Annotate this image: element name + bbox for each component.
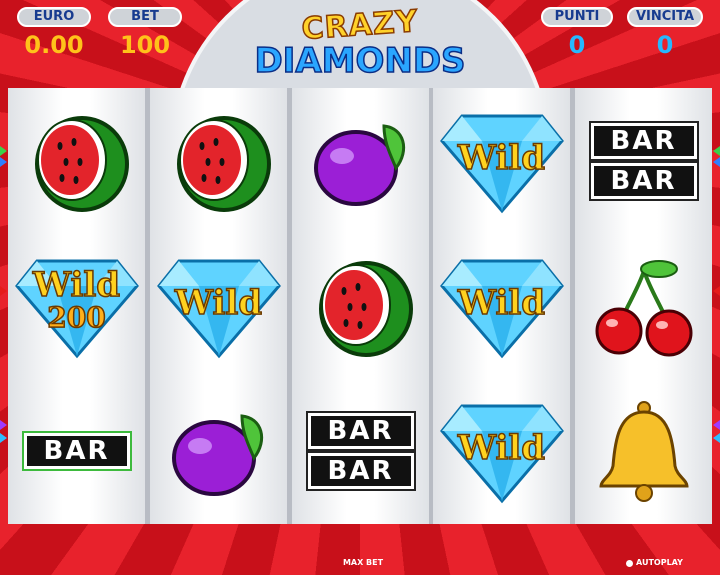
payline-marker-right-3 (713, 286, 720, 296)
plum-symbol (150, 378, 287, 523)
reel-3: BAR BAR (292, 88, 429, 524)
autoplay-button[interactable]: AUTOPLAY (626, 554, 716, 572)
autoplay-icon (626, 559, 633, 567)
bar-label: BAR (305, 450, 416, 491)
punti-label: PUNTI (541, 7, 613, 27)
wild-label: Wild (457, 137, 546, 179)
bar-label: BAR (305, 410, 416, 451)
watermelon-symbol (150, 88, 287, 233)
bell-icon (598, 400, 689, 502)
bet-label[interactable]: BET (108, 7, 182, 27)
payline-marker-right-1 (713, 146, 720, 156)
wild-diamond-symbol: Wild (150, 233, 287, 378)
payline-marker-right-5 (713, 433, 720, 443)
vincita-value: 0 (656, 31, 674, 59)
payline-marker-left-5 (0, 433, 7, 443)
bar-label: BAR (21, 430, 132, 471)
cherries-icon (595, 259, 692, 356)
payline-marker-left-1 (0, 146, 7, 156)
watermelon-icon (34, 115, 129, 212)
wild-diamond-symbol: Wild (433, 233, 570, 378)
bar-label: BAR (588, 160, 699, 201)
reels-area: Wild 200 BAR Wild BAR BAR Wild Wild Wild… (8, 88, 712, 524)
slot-game-screen: { "hud": { "euro_label": "EURO", "euro_v… (0, 0, 720, 575)
payline-marker-right-4 (713, 420, 720, 430)
wild-diamond-symbol: Wild 200 (8, 233, 145, 378)
cherries-symbol (575, 233, 712, 378)
euro-label: EURO (17, 7, 91, 27)
wild-diamond-symbol: Wild (433, 378, 570, 523)
payline-marker-left-2 (0, 157, 7, 167)
autoplay-label: AUTOPLAY (636, 558, 683, 567)
reel-5: BAR BAR (575, 88, 712, 524)
bet-value[interactable]: 100 (108, 31, 182, 59)
watermelon-symbol (8, 88, 145, 233)
plum-icon (171, 413, 263, 496)
euro-value: 0.00 (24, 31, 84, 59)
reel-4: Wild Wild Wild (433, 88, 570, 524)
win-amount-label: 200 (47, 300, 107, 335)
wild-diamond-symbol: Wild (433, 88, 570, 233)
watermelon-icon (318, 260, 413, 357)
wild-label: Wild (457, 282, 546, 324)
reel-2: Wild (150, 88, 287, 524)
watermelon-symbol (292, 233, 429, 378)
plum-symbol (292, 88, 429, 233)
punti-value: 0 (568, 31, 586, 59)
game-logo: CRAZY DIAMONDS (240, 3, 480, 85)
double-bar-symbol: BAR BAR (292, 378, 429, 523)
watermelon-icon (176, 115, 271, 212)
wild-label: Wild (457, 427, 546, 469)
max-bet-button[interactable]: MAX BET (333, 554, 393, 572)
bell-symbol (575, 378, 712, 523)
payline-marker-right-2 (713, 157, 720, 167)
double-bar-symbol: BAR BAR (575, 88, 712, 233)
bar-label: BAR (588, 120, 699, 161)
wild-label: Wild (32, 264, 121, 306)
vincita-label: VINCITA (627, 7, 703, 27)
wild-label: Wild (174, 282, 263, 324)
bar-symbol: BAR (8, 378, 145, 523)
plum-icon (313, 123, 405, 206)
payline-marker-left-3 (0, 286, 7, 296)
payline-marker-left-4 (0, 420, 7, 430)
reel-1: Wild 200 BAR (8, 88, 145, 524)
